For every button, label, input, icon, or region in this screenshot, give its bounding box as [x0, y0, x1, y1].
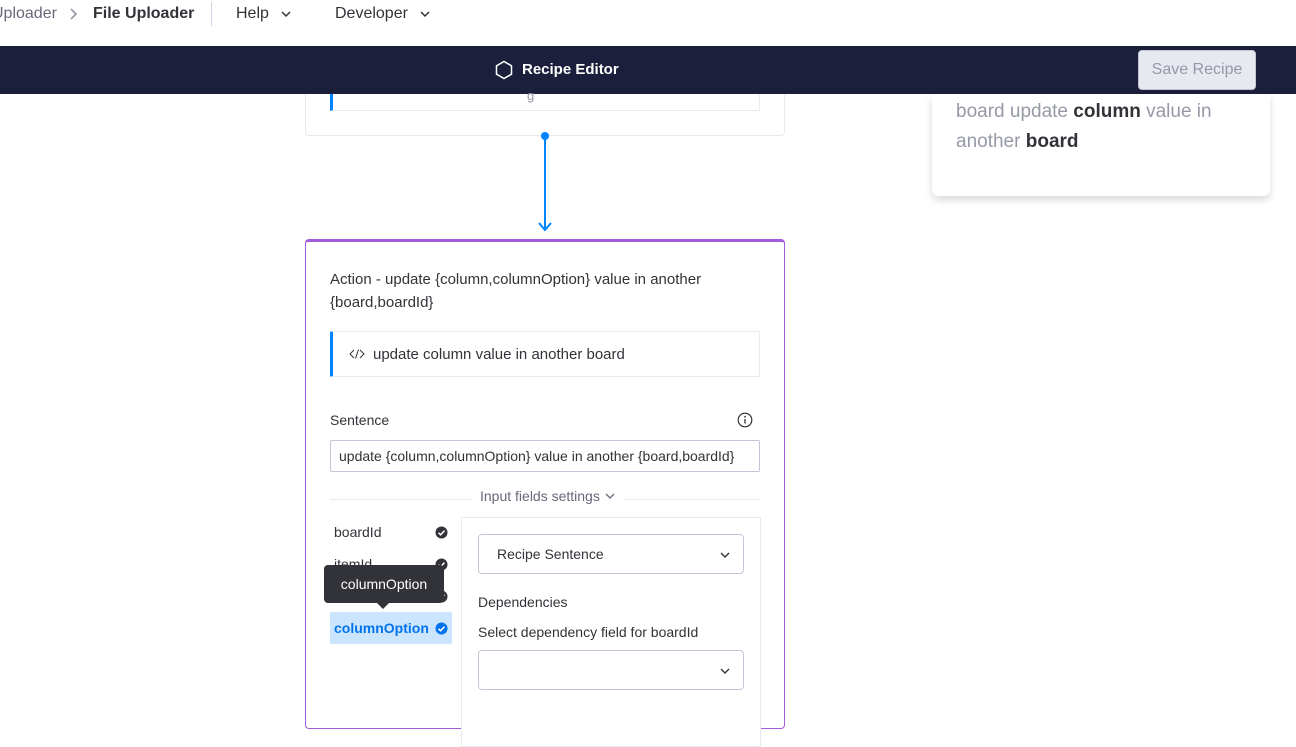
top-navigation: Uploader File Uploader Help Developer — [0, 0, 1296, 46]
sentence-label: Sentence — [330, 412, 390, 428]
preview-keyword: column — [1073, 101, 1141, 122]
field-type-select-value: Recipe Sentence — [497, 546, 604, 562]
field-settings-panel: Recipe Sentence Dependencies Select depe… — [461, 517, 761, 747]
field-type-select[interactable]: Recipe Sentence — [478, 534, 744, 574]
info-icon[interactable] — [737, 412, 753, 428]
editor-title-text: Recipe Editor — [522, 61, 619, 78]
recipe-preview-text: board update column value in another boa… — [956, 97, 1246, 157]
action-card: Action - update {column,columnOption} va… — [305, 239, 785, 747]
dependency-prompt: Select dependency field for boardId — [478, 624, 699, 640]
preview-text-part: board update — [956, 101, 1074, 122]
help-menu[interactable]: Help — [236, 4, 293, 24]
breadcrumb-current: File Uploader — [93, 5, 195, 22]
field-item-label: columnOption — [334, 620, 429, 636]
chevron-down-icon — [720, 552, 730, 558]
step-connector-arrow — [538, 132, 552, 232]
previous-step-code-box: g — [330, 88, 760, 111]
field-item-label: boardId — [334, 524, 382, 540]
field-tooltip: columnOption — [324, 565, 444, 609]
action-code-text: update column value in another board — [373, 345, 625, 363]
action-title: Action - update {column,columnOption} va… — [330, 271, 702, 311]
chevron-down-icon — [281, 11, 291, 18]
action-code-box: update column value in another board — [330, 331, 760, 377]
chevron-down-icon — [420, 11, 430, 18]
editor-title: Recipe Editor — [494, 60, 619, 80]
save-recipe-button[interactable]: Save Recipe — [1138, 50, 1256, 90]
field-item-columnoption[interactable]: columnOption — [330, 612, 452, 644]
recipe-editor-bar: Recipe Editor Save Recipe — [0, 46, 1296, 94]
preview-keyword: board — [1025, 131, 1079, 152]
check-circle-icon — [435, 526, 448, 539]
chevron-right-icon — [70, 8, 78, 20]
chevron-down-icon — [605, 493, 615, 499]
previous-step-text: g — [527, 88, 535, 103]
developer-menu-label: Developer — [335, 5, 408, 22]
chevron-down-icon — [720, 668, 730, 674]
help-menu-label: Help — [236, 5, 269, 22]
code-icon — [349, 349, 365, 359]
sentence-input[interactable]: update {column,columnOption} value in an… — [330, 440, 760, 472]
breadcrumb-previous[interactable]: Uploader — [0, 4, 57, 24]
nav-divider — [211, 2, 212, 26]
hexagon-icon — [495, 60, 513, 80]
dependencies-label: Dependencies — [478, 594, 568, 610]
input-fields-settings-toggle[interactable]: Input fields settings — [472, 488, 624, 504]
input-fields-settings-label: Input fields settings — [480, 488, 600, 504]
dependency-field-select[interactable] — [478, 650, 744, 690]
check-circle-icon — [435, 622, 448, 635]
field-item-boardid[interactable]: boardId — [330, 516, 452, 548]
recipe-preview-panel: board update column value in another boa… — [932, 94, 1270, 196]
developer-menu[interactable]: Developer — [335, 4, 432, 24]
